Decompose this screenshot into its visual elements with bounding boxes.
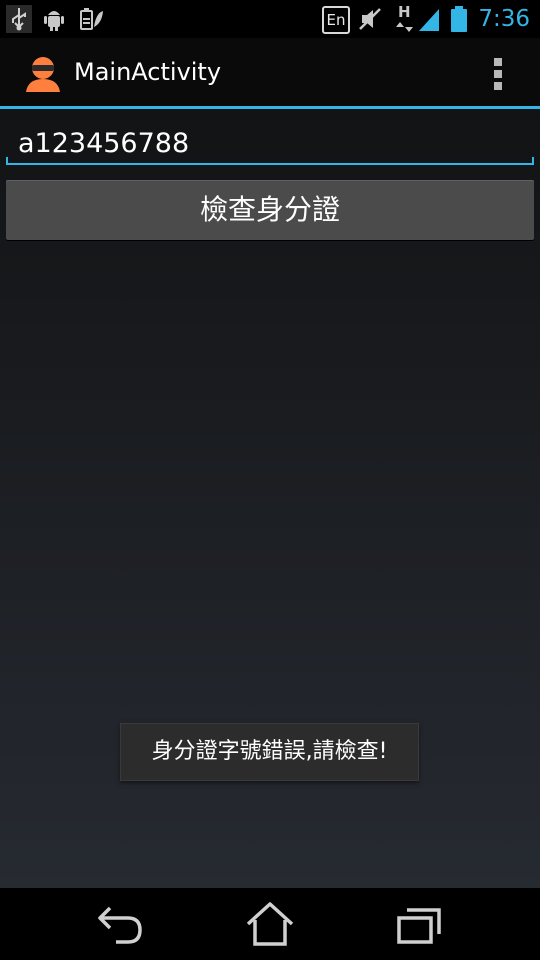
usb-icon bbox=[6, 5, 32, 33]
app-icon[interactable] bbox=[22, 52, 64, 94]
battery-icon bbox=[451, 6, 467, 32]
android-debug-icon bbox=[44, 11, 64, 31]
home-icon bbox=[246, 902, 294, 946]
clock: 7:36 bbox=[478, 6, 530, 32]
check-id-button[interactable]: 檢查身分證 bbox=[6, 180, 534, 240]
main-content: 檢查身分證 身分證字號錯誤,請檢查! bbox=[0, 109, 540, 888]
back-icon bbox=[98, 906, 142, 944]
overflow-menu-icon[interactable] bbox=[484, 52, 512, 96]
input-underline-right-tick bbox=[532, 157, 534, 165]
input-language-badge: En bbox=[322, 6, 350, 34]
id-number-input[interactable] bbox=[6, 117, 534, 169]
recents-button[interactable] bbox=[375, 898, 465, 950]
recents-icon bbox=[397, 908, 441, 944]
signal-icon bbox=[419, 9, 439, 31]
toast-message: 身分證字號錯誤,請檢查! bbox=[120, 723, 419, 781]
input-underline-left-tick bbox=[6, 157, 8, 165]
signal-type-indicator: H bbox=[396, 3, 414, 33]
back-button[interactable] bbox=[74, 898, 164, 950]
input-underline bbox=[6, 163, 534, 165]
app-title: MainActivity bbox=[74, 58, 222, 86]
muted-icon bbox=[359, 8, 381, 30]
android-screen: En H 7:36 MainActivity a123456788 檢查身分證 … bbox=[0, 0, 540, 960]
battery-saver-icon bbox=[80, 8, 103, 30]
status-bar: En H 7:36 bbox=[0, 0, 540, 38]
signal-type-label: H bbox=[398, 3, 411, 21]
action-bar: MainActivity bbox=[0, 38, 540, 106]
navigation-bar bbox=[0, 888, 540, 960]
data-arrows-icon bbox=[396, 22, 413, 32]
home-button[interactable] bbox=[225, 898, 315, 950]
